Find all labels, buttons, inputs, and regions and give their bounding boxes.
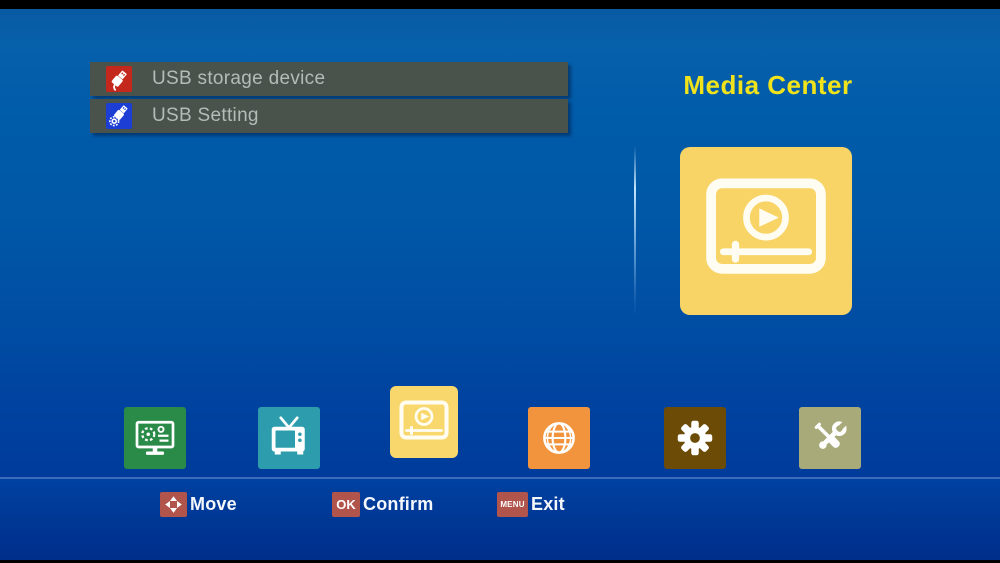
nav-tile-network[interactable] (528, 407, 590, 469)
nav-tile-tools[interactable] (799, 407, 861, 469)
tv-icon (265, 414, 313, 462)
gear-icon (671, 414, 719, 462)
globe-icon (535, 414, 583, 462)
top-letterbox-bar (0, 0, 1000, 9)
media-player-icon (705, 177, 827, 285)
dpad-arrows-icon (160, 492, 187, 517)
nav-tile-system-settings[interactable] (124, 407, 186, 469)
media-player-icon (399, 399, 449, 445)
media-center-preview-tile (680, 147, 852, 315)
usb-setting-icon (106, 103, 132, 129)
nav-tile-media-center-selected[interactable] (390, 386, 458, 458)
hint-exit-label: Exit (531, 494, 565, 514)
menu-item-usb-setting[interactable]: USB Setting (90, 99, 568, 133)
vertical-separator (634, 146, 636, 316)
menu-item-label: USB Setting (152, 105, 259, 126)
hint-confirm-label: Confirm (363, 494, 434, 514)
page-title: Media Center (683, 70, 853, 100)
nav-tile-tv[interactable] (258, 407, 320, 469)
media-center-screen: USB storage device USB Setting Media Cen… (0, 0, 1000, 563)
menu-button-badge: MENU (497, 492, 528, 517)
tools-icon (806, 414, 854, 462)
menu-item-usb-storage[interactable]: USB storage device (90, 62, 568, 96)
menu-item-label: USB storage device (152, 68, 326, 89)
nav-tile-settings[interactable] (664, 407, 726, 469)
usb-menu-list: USB storage device USB Setting (90, 62, 568, 136)
ok-button-badge: OK (332, 492, 360, 517)
monitor-settings-icon (131, 414, 179, 462)
hint-move-label: Move (190, 494, 237, 514)
usb-storage-icon (106, 66, 132, 92)
